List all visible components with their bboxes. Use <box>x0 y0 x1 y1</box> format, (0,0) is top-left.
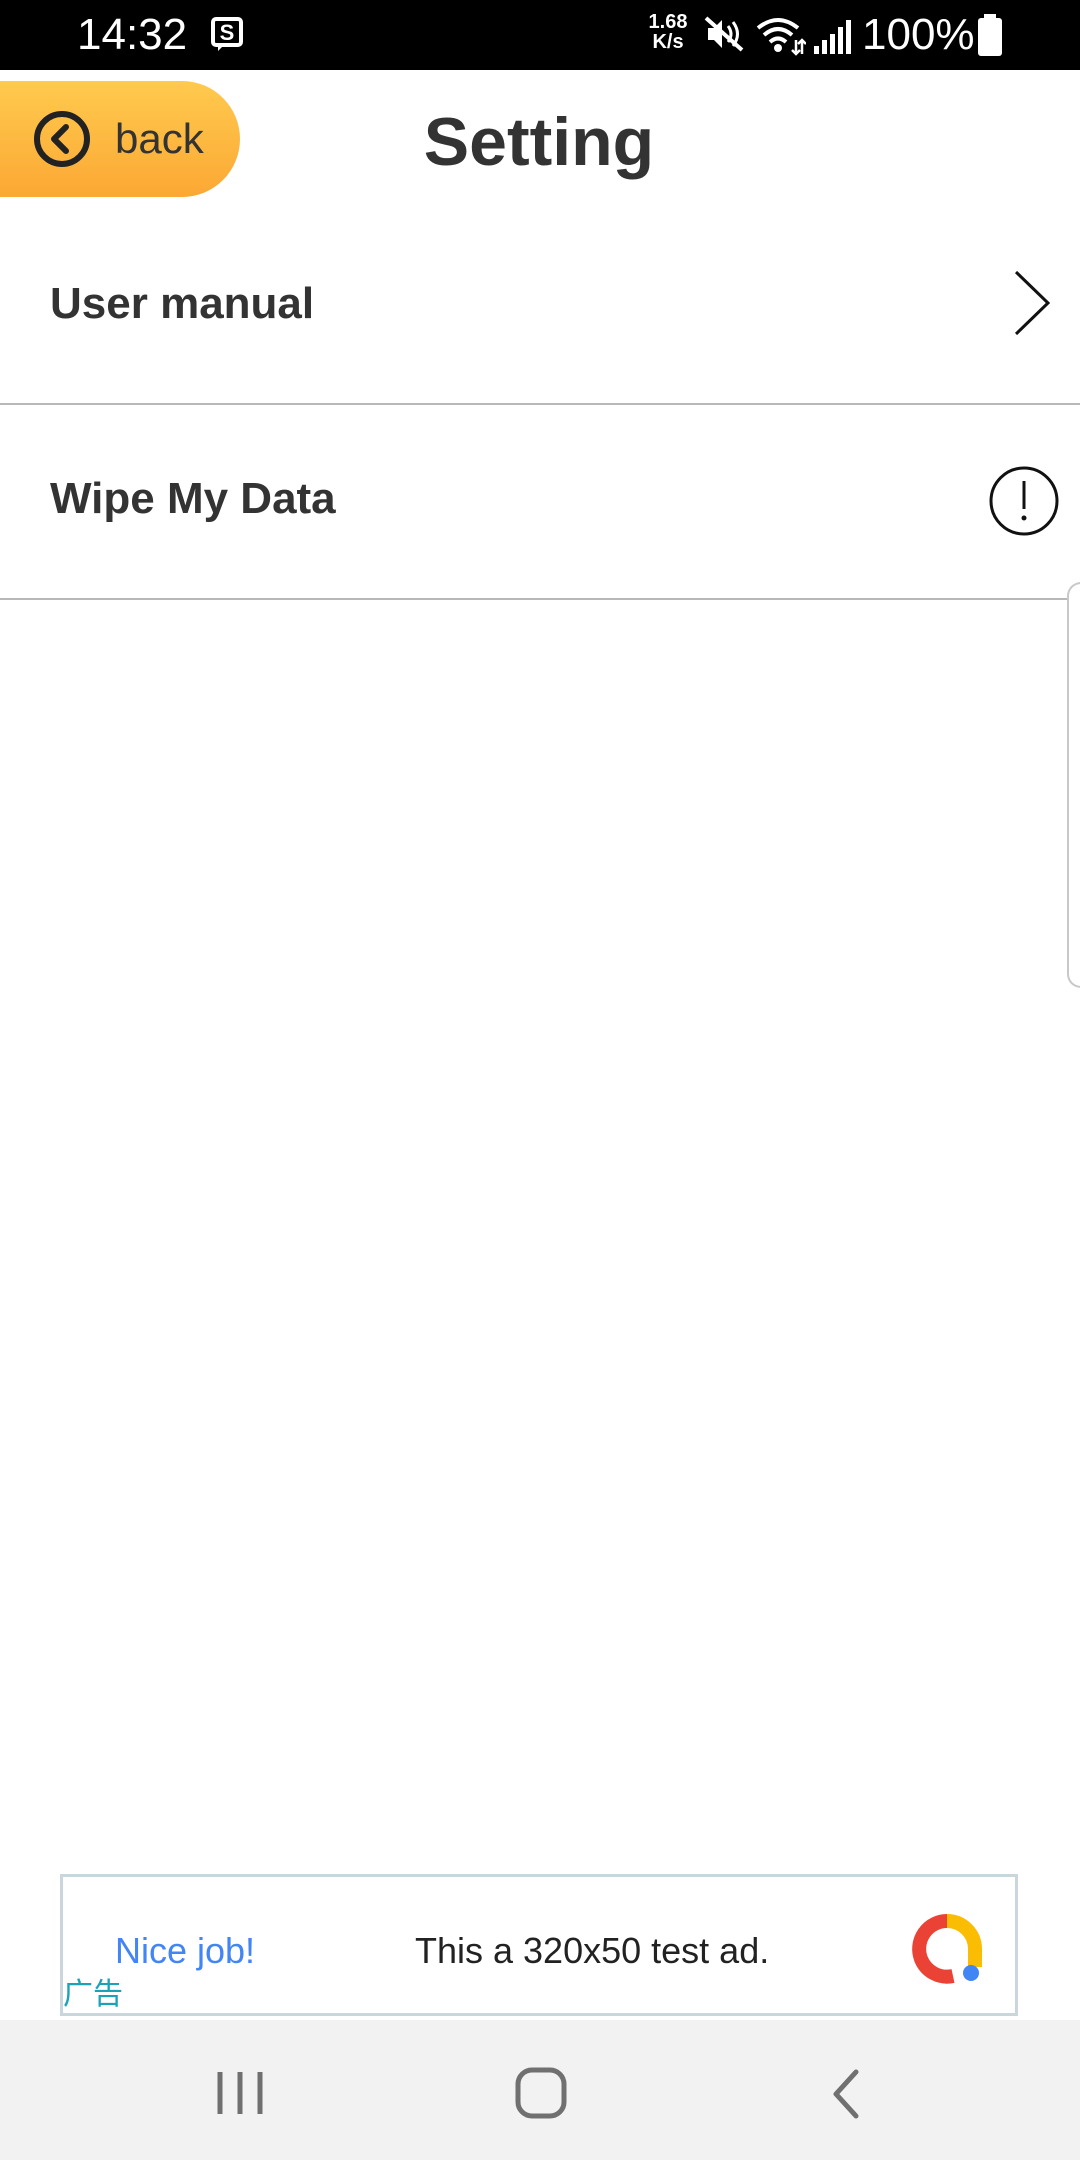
ad-body: This a 320x50 test ad. <box>415 1930 770 1971</box>
settings-item-user-manual[interactable]: User manual <box>0 210 1080 405</box>
battery-icon <box>978 14 1002 56</box>
network-speed: 1.68 K/s <box>642 12 694 52</box>
battery-level: 100% <box>862 10 975 59</box>
ad-banner[interactable]: Nice job! This a 320x50 test ad. 广告 <box>60 1874 1018 2016</box>
svg-text:S: S <box>220 20 235 45</box>
page-title: Setting <box>0 100 1080 184</box>
back-icon[interactable] <box>826 2066 866 2122</box>
settings-list: User manual Wipe My Data <box>0 210 1080 600</box>
alert-circle-icon <box>989 466 1059 536</box>
recents-icon[interactable] <box>212 2068 268 2118</box>
header: back Setting <box>0 70 1080 210</box>
mute-icon <box>704 16 744 52</box>
page-title-text: Setting <box>423 104 655 180</box>
edge-panel-handle[interactable] <box>1067 582 1080 988</box>
signal-icon <box>814 20 851 54</box>
network-speed-value: 1.68 <box>648 11 688 33</box>
navigation-bar <box>0 2020 1080 2160</box>
ad-logo-icon <box>912 1914 982 1984</box>
wifi-icon <box>756 18 806 56</box>
settings-item-wipe-my-data[interactable]: Wipe My Data <box>0 405 1080 600</box>
home-icon[interactable] <box>512 2066 572 2122</box>
settings-item-label: Wipe My Data <box>50 474 336 523</box>
chevron-right-icon <box>1014 270 1051 336</box>
ad-badge: 广告 <box>63 1978 123 2011</box>
status-time: 14:32 <box>77 10 188 59</box>
s-notification-icon: S <box>211 17 243 51</box>
status-bar: 14:32 S 1.68 K/s 100% <box>0 0 1080 70</box>
network-speed-unit: K/s <box>652 31 684 53</box>
settings-item-label: User manual <box>50 279 315 328</box>
ad-headline: Nice job! <box>115 1930 256 1971</box>
